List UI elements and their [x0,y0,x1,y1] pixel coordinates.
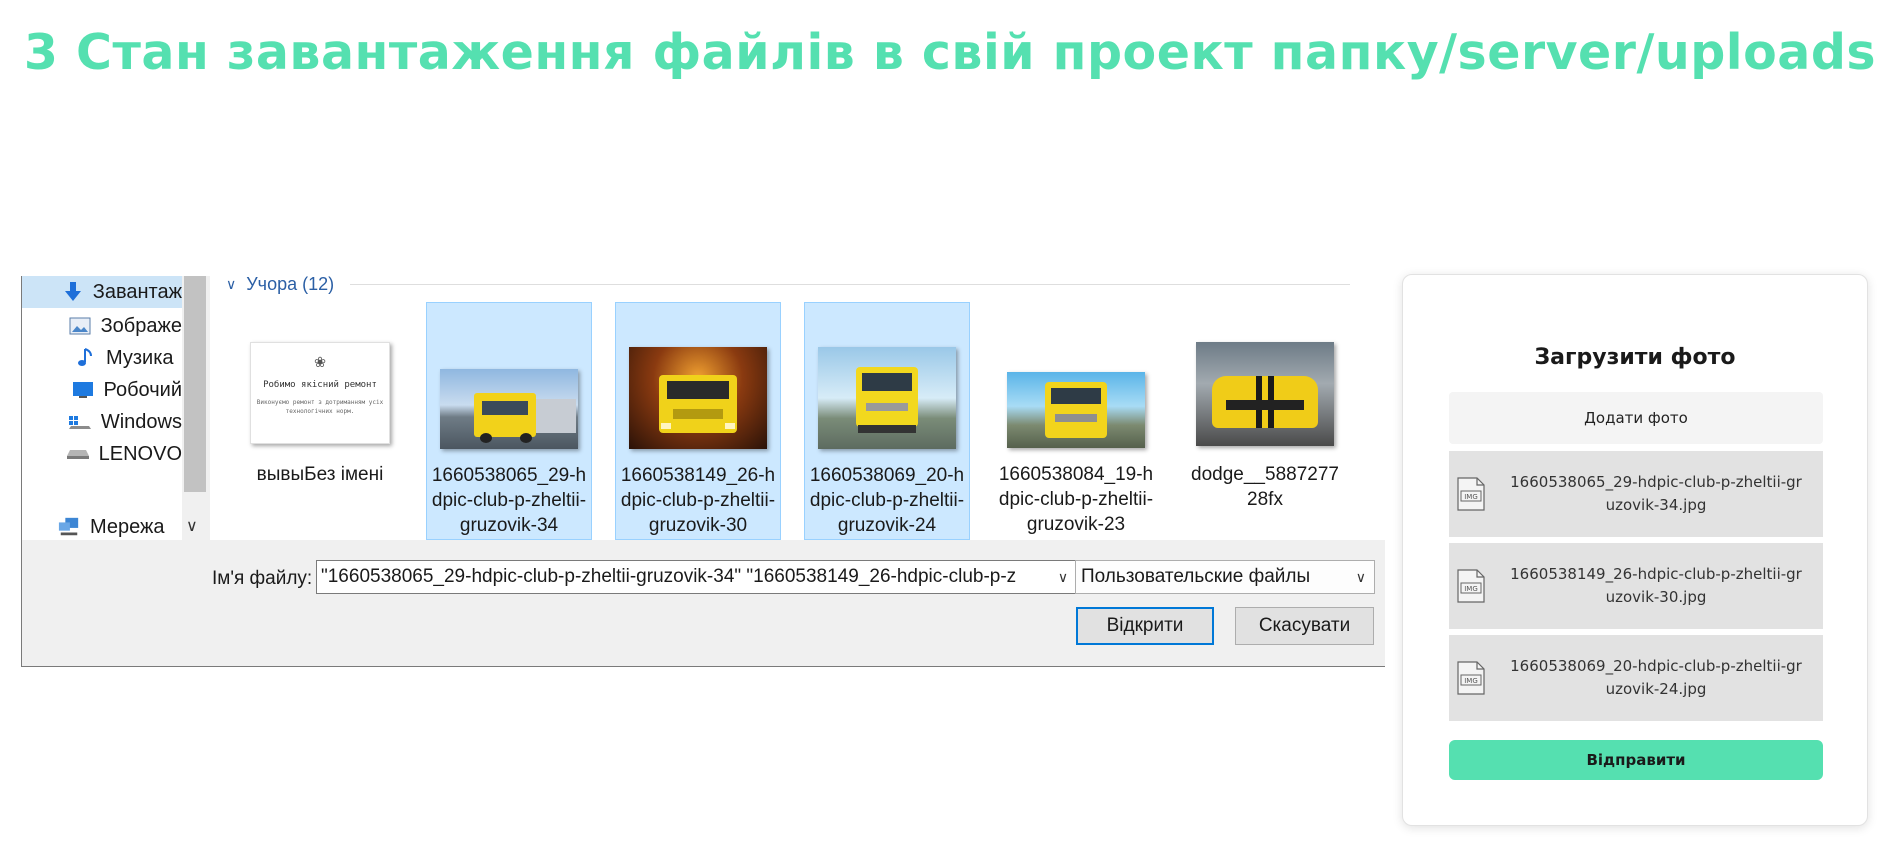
cancel-button[interactable]: Скасувати [1235,607,1374,645]
add-photo-button[interactable]: Додати фото [1449,392,1823,444]
nav-item-pictures[interactable]: Зображе [22,310,182,342]
file-tile[interactable]: 1660538065_29-hdpic-club-p-zheltii-gruzo… [426,302,592,540]
nav-item-lenovo-drive[interactable]: LENOVO [22,438,182,470]
truck-photo-thumbnail [1007,372,1145,448]
document-thumbnail: ❀ Робимо якісний ремонт Виконуємо ремонт… [250,342,390,444]
document-line-2: Виконуємо ремонт з дотриманням усіх техн… [256,399,384,415]
aperture-icon: ❀ [314,351,326,372]
file-name: вывыБез імені [256,464,384,485]
file-open-dialog: Завантаж Зображе Музика Робочий Windows … [21,276,1385,667]
file-list-pane: ∨ Учора (12) ❀ Робимо якісний ремонт Вик… [210,276,1385,540]
filetype-value: Пользовательские файлы [1081,566,1311,587]
file-name: 1660538149_26-hdpic-club-p-zheltii-gruzo… [620,465,776,536]
file-name: 1660538084_19-hdpic-club-p-zheltii-gruzo… [998,464,1154,535]
chevron-down-icon[interactable]: ∨ [1051,561,1075,593]
nav-item-label: Завантаж [92,280,182,303]
upload-panel: Загрузити фото Додати фото IMG 166053806… [1402,274,1868,826]
file-name: dodge__588727728fx [1191,464,1339,510]
group-header[interactable]: ∨ Учора (12) [226,276,334,295]
file-tile[interactable]: ❀ Робимо якісний ремонт Виконуємо ремонт… [237,302,403,540]
drive-icon [68,411,91,433]
uploaded-file-item: IMG 1660538069_20-hdpic-club-p-zheltii-g… [1449,635,1823,721]
download-arrow-icon [63,281,83,303]
navigation-pane: Завантаж Зображе Музика Робочий Windows … [22,276,208,540]
truck-photo-thumbnail [818,347,956,449]
truck-photo-thumbnail [440,369,578,449]
nav-item-label: Зображе [100,314,182,337]
nav-item-label: Робочий [103,378,183,401]
nav-item-windows-drive[interactable]: Windows [22,406,182,438]
file-tile[interactable]: 1660538084_19-hdpic-club-p-zheltii-gruzo… [993,302,1159,540]
nav-item-label: Музика [106,346,174,369]
nav-item-desktop[interactable]: Робочий [22,374,182,406]
network-icon [58,516,80,538]
chevron-down-icon: ∨ [1355,569,1366,585]
nav-item-network[interactable]: Мережа [22,511,182,543]
filetype-select[interactable]: Пользовательские файлы ∨ [1075,560,1375,594]
drive-icon [66,443,89,465]
image-file-icon: IMG [1457,477,1485,511]
file-tile[interactable]: 1660538149_26-hdpic-club-p-zheltii-gruzo… [615,302,781,540]
pictures-icon [69,315,91,337]
page-heading: 3 Стан завантаження файлів в свій проект… [23,24,1877,81]
filename-input[interactable]: "1660538065_29-hdpic-club-p-zheltii-gruz… [316,560,1076,594]
file-type-badge: IMG [1464,493,1478,501]
document-line-1: Робимо якісний ремонт [263,380,377,390]
nav-scrollbar-thumb[interactable] [184,276,206,492]
file-type-badge: IMG [1464,585,1478,593]
uploaded-file-name: 1660538065_29-hdpic-club-p-zheltii-gruzo… [1510,473,1802,514]
group-header-label: Учора (12) [246,276,335,294]
filename-label: Ім'я файлу: [212,568,313,589]
car-photo-thumbnail [1196,342,1334,446]
uploaded-file-name: 1660538069_20-hdpic-club-p-zheltii-gruzo… [1510,657,1802,698]
nav-item-downloads[interactable]: Завантаж [22,276,182,308]
music-note-icon [74,347,96,369]
nav-item-music[interactable]: Музика [22,342,182,374]
open-button[interactable]: Відкрити [1076,607,1214,645]
chevron-down-icon: ∨ [226,276,237,292]
uploaded-file-name: 1660538149_26-hdpic-club-p-zheltii-gruzo… [1510,565,1802,606]
file-type-badge: IMG [1464,677,1478,685]
nav-item-label: Мережа [90,515,165,538]
filename-value: "1660538065_29-hdpic-club-p-zheltii-gruz… [321,566,1017,587]
truck-photo-thumbnail [629,347,767,449]
group-divider [350,284,1350,285]
dialog-bottom-bar [22,540,1385,666]
chevron-down-icon[interactable]: ∨ [186,516,198,536]
send-button[interactable]: Відправити [1449,740,1823,780]
file-name: 1660538069_20-hdpic-club-p-zheltii-gruzo… [809,465,965,536]
upload-title: Загрузити фото [1534,345,1736,370]
image-file-icon: IMG [1457,661,1485,695]
file-tile[interactable]: 1660538069_20-hdpic-club-p-zheltii-gruzo… [804,302,970,540]
uploaded-file-item: IMG 1660538149_26-hdpic-club-p-zheltii-g… [1449,543,1823,629]
file-tile[interactable]: dodge__588727728fx [1182,302,1348,540]
nav-item-label: Windows [100,410,182,433]
desktop-icon [72,379,94,401]
uploaded-file-item: IMG 1660538065_29-hdpic-club-p-zheltii-g… [1449,451,1823,537]
nav-item-label: LENOVO [98,442,182,465]
file-name: 1660538065_29-hdpic-club-p-zheltii-gruzo… [431,465,587,536]
image-file-icon: IMG [1457,569,1485,603]
